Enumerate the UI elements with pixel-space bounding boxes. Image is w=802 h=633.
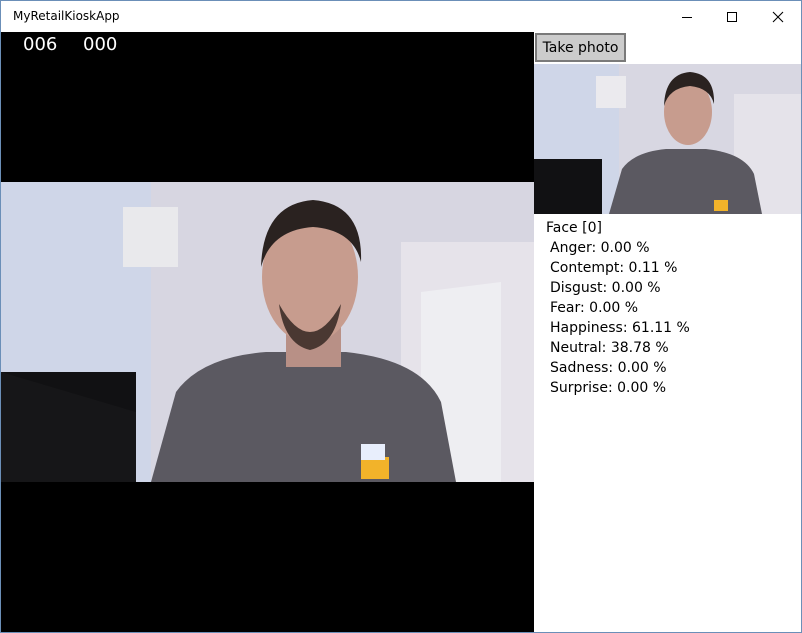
face-header: Face [0] [546,220,602,236]
emotion-disgust: Disgust: 0.00 % [550,280,661,296]
minimize-icon [682,17,692,18]
face-counter-right: 000 [83,34,118,55]
emotion-surprise: Surprise: 0.00 % [550,380,667,396]
emotion-neutral: Neutral: 38.78 % [550,340,669,356]
face-counter-left: 006 [23,34,58,55]
minimize-button[interactable] [664,2,710,32]
emotion-anger: Anger: 0.00 % [550,240,650,256]
emotion-sadness: Sadness: 0.00 % [550,360,667,376]
title-bar[interactable]: MyRetailKioskApp [1,1,801,32]
emotion-contempt: Contempt: 0.11 % [550,260,678,276]
camera-feed [1,182,534,482]
maximize-button[interactable] [709,2,755,32]
emotion-results: Face [0] Anger: 0.00 % Contempt: 0.11 % … [546,218,690,398]
live-video-panel: 006 000 [1,32,534,632]
window-title: MyRetailKioskApp [13,9,120,23]
close-icon [772,11,784,23]
captured-photo-image [534,64,801,214]
close-button[interactable] [755,2,801,32]
analysis-panel: Take photo Face [0] Anger: 0.00 % Contem… [534,32,801,632]
take-photo-button[interactable]: Take photo [535,33,626,62]
maximize-icon [727,12,737,22]
emotion-fear: Fear: 0.00 % [550,300,639,316]
camera-feed-image [1,182,534,482]
emotion-happiness: Happiness: 61.11 % [550,320,690,336]
captured-photo [534,64,801,214]
